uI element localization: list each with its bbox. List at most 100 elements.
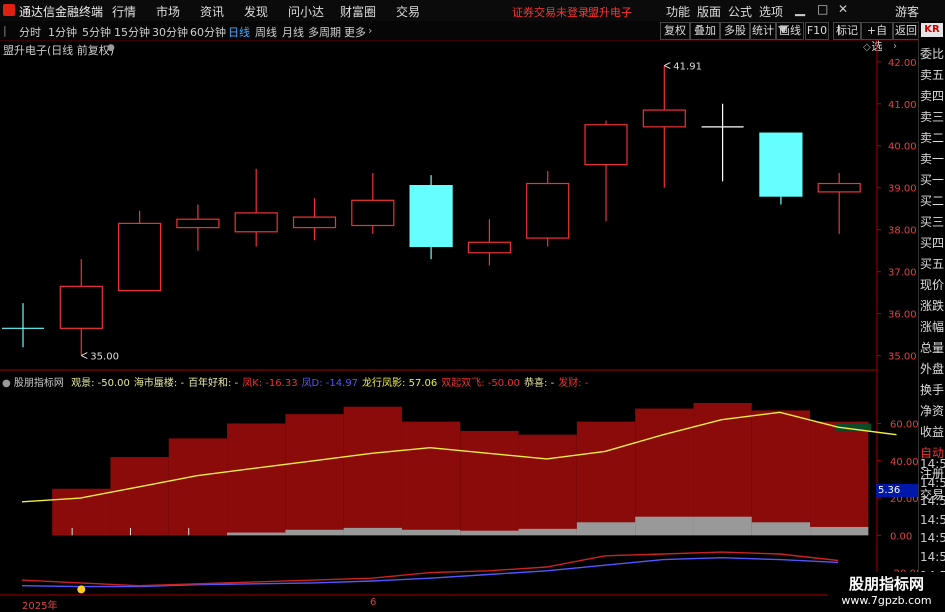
gray-bar — [810, 526, 869, 536]
menu-options[interactable]: 选项 — [759, 3, 783, 20]
price-tick-label: 36.00 — [888, 310, 917, 321]
period-more[interactable]: 更多 — [344, 24, 366, 40]
watermark-url: www.7gpzb.com — [841, 594, 932, 607]
sidebar-item[interactable]: 买二 — [920, 192, 945, 209]
period-multi[interactable]: 多周期 — [308, 24, 341, 40]
expand-diamond-icon[interactable]: ◇ — [863, 42, 871, 53]
login-notice[interactable]: 证券交易未登录 — [512, 4, 589, 20]
indicator-values: 观景: -50.00 海市蜃楼: - 百年好和: - 凤K: -16.33 凤D: -1… — [67, 378, 588, 389]
close-icon[interactable]: ✕ — [838, 2, 848, 16]
sidebar-item[interactable]: 净资 — [920, 402, 945, 419]
sidebar-item[interactable]: 涨幅 — [920, 318, 945, 335]
sidebar-item[interactable]: 14:56 — [920, 513, 945, 527]
sidebar-item[interactable]: 总量 — [920, 339, 945, 356]
indicator-header: ● 股朋指标网 观景: -50.00 海市蜃楼: - 百年好和: - 凤K: -16.… — [2, 374, 588, 389]
indicator-name[interactable]: 股朋指标网 — [14, 378, 64, 389]
sidebar-item[interactable]: 卖五 — [920, 66, 945, 83]
candle-body — [817, 182, 861, 193]
candle-body — [409, 185, 453, 248]
settings-circle-icon[interactable]: ● — [2, 378, 11, 389]
period-30min[interactable]: 30分钟 — [152, 24, 188, 40]
back-button[interactable]: 返回 — [893, 22, 919, 40]
sidebar-item[interactable]: 卖三 — [920, 108, 945, 125]
candle-body — [759, 132, 803, 197]
gray-bar — [343, 527, 402, 536]
signal-dot — [77, 585, 86, 594]
sidebar-item[interactable]: 买五 — [920, 255, 945, 272]
sidebar-item[interactable]: 收益 — [920, 423, 945, 440]
menu-function[interactable]: 功能 — [666, 3, 690, 20]
period-1min[interactable]: 1分钟 — [48, 24, 77, 40]
sidebar-item[interactable]: 14:56 — [920, 531, 945, 545]
indicator-label: 恭喜: - — [524, 378, 555, 389]
menu-news[interactable]: 资讯 — [200, 3, 224, 20]
sidebar-item[interactable]: 委比 — [920, 45, 945, 62]
candle-body — [176, 218, 220, 229]
app-logo-icon — [3, 4, 15, 16]
sidebar-item[interactable]: 买四 — [920, 234, 945, 251]
sidebar-item[interactable]: 14:55 — [920, 457, 945, 471]
stock-name: 盟升电子 — [588, 6, 632, 19]
chevron-left-icon[interactable]: ‹ — [876, 41, 880, 52]
sidebar-item[interactable]: 14:56 — [920, 550, 945, 564]
xaxis-label-year: 2025年 — [22, 601, 58, 612]
gray-bar — [635, 516, 694, 536]
sidebar-item[interactable]: 换手 — [920, 381, 945, 398]
candle-body — [59, 285, 103, 329]
chevron-right-icon[interactable]: › — [893, 41, 897, 52]
kline-chart[interactable]: 35.00 36.00 37.00 38.00 39.00 40.00 41.00 42.00… — [0, 40, 920, 609]
red-bar — [635, 408, 694, 536]
period-weekly[interactable]: 周线 — [255, 24, 277, 40]
gray-bar — [460, 530, 519, 536]
settings-circle-icon[interactable]: ● — [107, 43, 115, 53]
menu-wealth-circle[interactable]: 财富圈 — [340, 3, 376, 20]
period-15min[interactable]: 15分钟 — [114, 24, 150, 40]
add-watchlist-button[interactable]: +自选 — [861, 22, 893, 53]
menu-quotes[interactable]: 行情 — [112, 3, 136, 20]
overlay-button[interactable]: 叠加 — [690, 22, 720, 40]
indicator-label: 龙行凤影: 57.06 — [362, 378, 438, 389]
stats-button[interactable]: 统计 — [750, 22, 776, 40]
sidebar-item[interactable]: 涨跌 — [920, 297, 945, 314]
mark-button[interactable]: 标记 — [833, 22, 861, 40]
red-bar — [518, 434, 577, 536]
sidebar-item[interactable]: 卖一 — [920, 150, 945, 167]
menu-formula[interactable]: 公式 — [728, 3, 752, 20]
draw-line-button[interactable]: 画线 — [776, 22, 804, 40]
menu-discover[interactable]: 发现 — [244, 3, 268, 20]
sidebar-item[interactable]: 14:56 — [920, 494, 945, 508]
candle-body — [351, 199, 395, 227]
maximize-icon[interactable]: □ — [817, 2, 828, 16]
period-60min[interactable]: 60分钟 — [190, 24, 226, 40]
sidebar-item[interactable]: 买三 — [920, 213, 945, 230]
menubar: 通达信金融终端 行情 市场 资讯 发现 问小达 财富圈 交易 证券交易未登录 盟… — [0, 0, 945, 22]
price-tick-label: 37.00 — [888, 268, 917, 279]
sidebar-item[interactable]: 14:55 — [920, 476, 945, 490]
price-annotation: 35.00 — [90, 352, 119, 363]
sidebar-item[interactable]: 卖二 — [920, 129, 945, 146]
candle-body — [292, 216, 337, 229]
menu-assistant[interactable]: 问小达 — [288, 3, 324, 20]
period-intraday[interactable]: 分时 — [19, 24, 41, 40]
sidebar-item[interactable]: 外盘 — [920, 360, 945, 377]
period-daily[interactable]: 日线 — [228, 24, 250, 40]
period-5min[interactable]: 5分钟 — [82, 24, 111, 40]
period-monthly[interactable]: 月线 — [282, 24, 304, 40]
guest-label[interactable]: 游客 — [895, 3, 919, 20]
sidebar-item[interactable]: 现价 — [920, 276, 945, 293]
app-title: 通达信金融终端 — [19, 5, 104, 19]
menu-trade[interactable]: 交易 — [396, 3, 420, 20]
chevron-right-icon[interactable]: › — [368, 24, 372, 37]
menu-market[interactable]: 市场 — [156, 3, 180, 20]
adjust-button[interactable]: 复权 — [660, 22, 690, 40]
menu-layout[interactable]: 版面 — [697, 3, 721, 20]
sidebar-item[interactable]: 买一 — [920, 171, 945, 188]
red-bar — [576, 421, 636, 536]
f10-button[interactable]: F10 — [805, 22, 829, 40]
sidebar-badge[interactable]: KR — [921, 23, 943, 37]
sidebar-item[interactable]: 卖四 — [920, 87, 945, 104]
minimize-icon[interactable]: ▁ — [795, 2, 805, 17]
price-tick-label: 35.00 — [888, 352, 917, 363]
multi-stock-button[interactable]: 多股 — [720, 22, 750, 40]
candle-body — [584, 124, 628, 166]
